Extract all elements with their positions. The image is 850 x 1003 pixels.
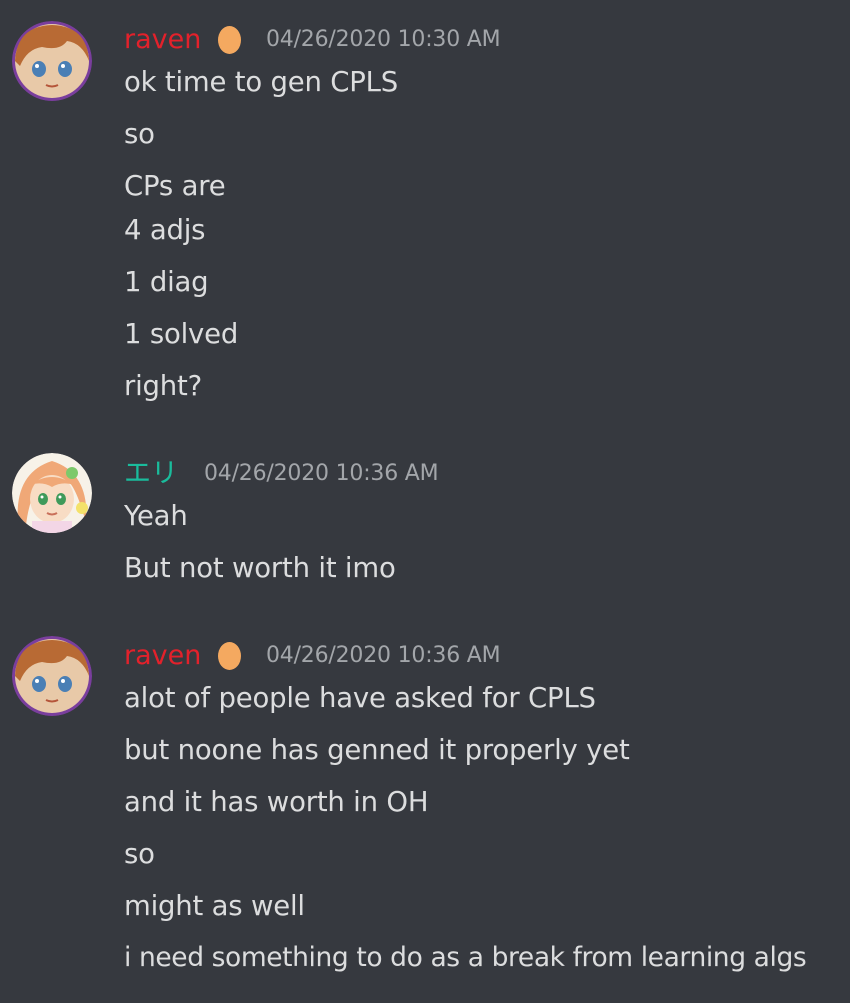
message-text: Yeah	[124, 500, 188, 532]
message-text: alot of people have asked for CPLS	[124, 682, 596, 714]
message-text: so	[124, 118, 155, 150]
user-avatar-raven[interactable]	[12, 21, 92, 101]
username[interactable]: エリ	[124, 454, 178, 494]
egg-badge-icon	[218, 642, 241, 670]
user-avatar-eri[interactable]	[12, 453, 92, 533]
timestamp[interactable]: 04/26/2020 10:36 AM	[204, 454, 439, 494]
message-text: But not worth it imo	[124, 552, 396, 584]
message-text: 1 diag	[124, 266, 209, 298]
username[interactable]: raven	[124, 20, 201, 60]
timestamp[interactable]: 04/26/2020 10:30 AM	[266, 20, 501, 60]
message-text: 4 adjs	[124, 214, 206, 246]
username[interactable]: raven	[124, 636, 201, 676]
timestamp[interactable]: 04/26/2020 10:36 AM	[266, 636, 501, 676]
message-text: right?	[124, 370, 203, 402]
message-text: 1 solved	[124, 318, 239, 350]
message-text: might as well	[124, 890, 305, 922]
message-text: CPs are	[124, 170, 226, 202]
message-text: ok time to gen CPLS	[124, 66, 399, 98]
message-text: but noone has genned it properly yet	[124, 734, 630, 766]
message-text: and it has worth in OH	[124, 786, 429, 818]
egg-badge-icon	[218, 26, 241, 54]
message-text: i need something to do as a break from l…	[124, 942, 807, 973]
message-text: so	[124, 838, 155, 870]
user-avatar-raven[interactable]	[12, 636, 92, 716]
